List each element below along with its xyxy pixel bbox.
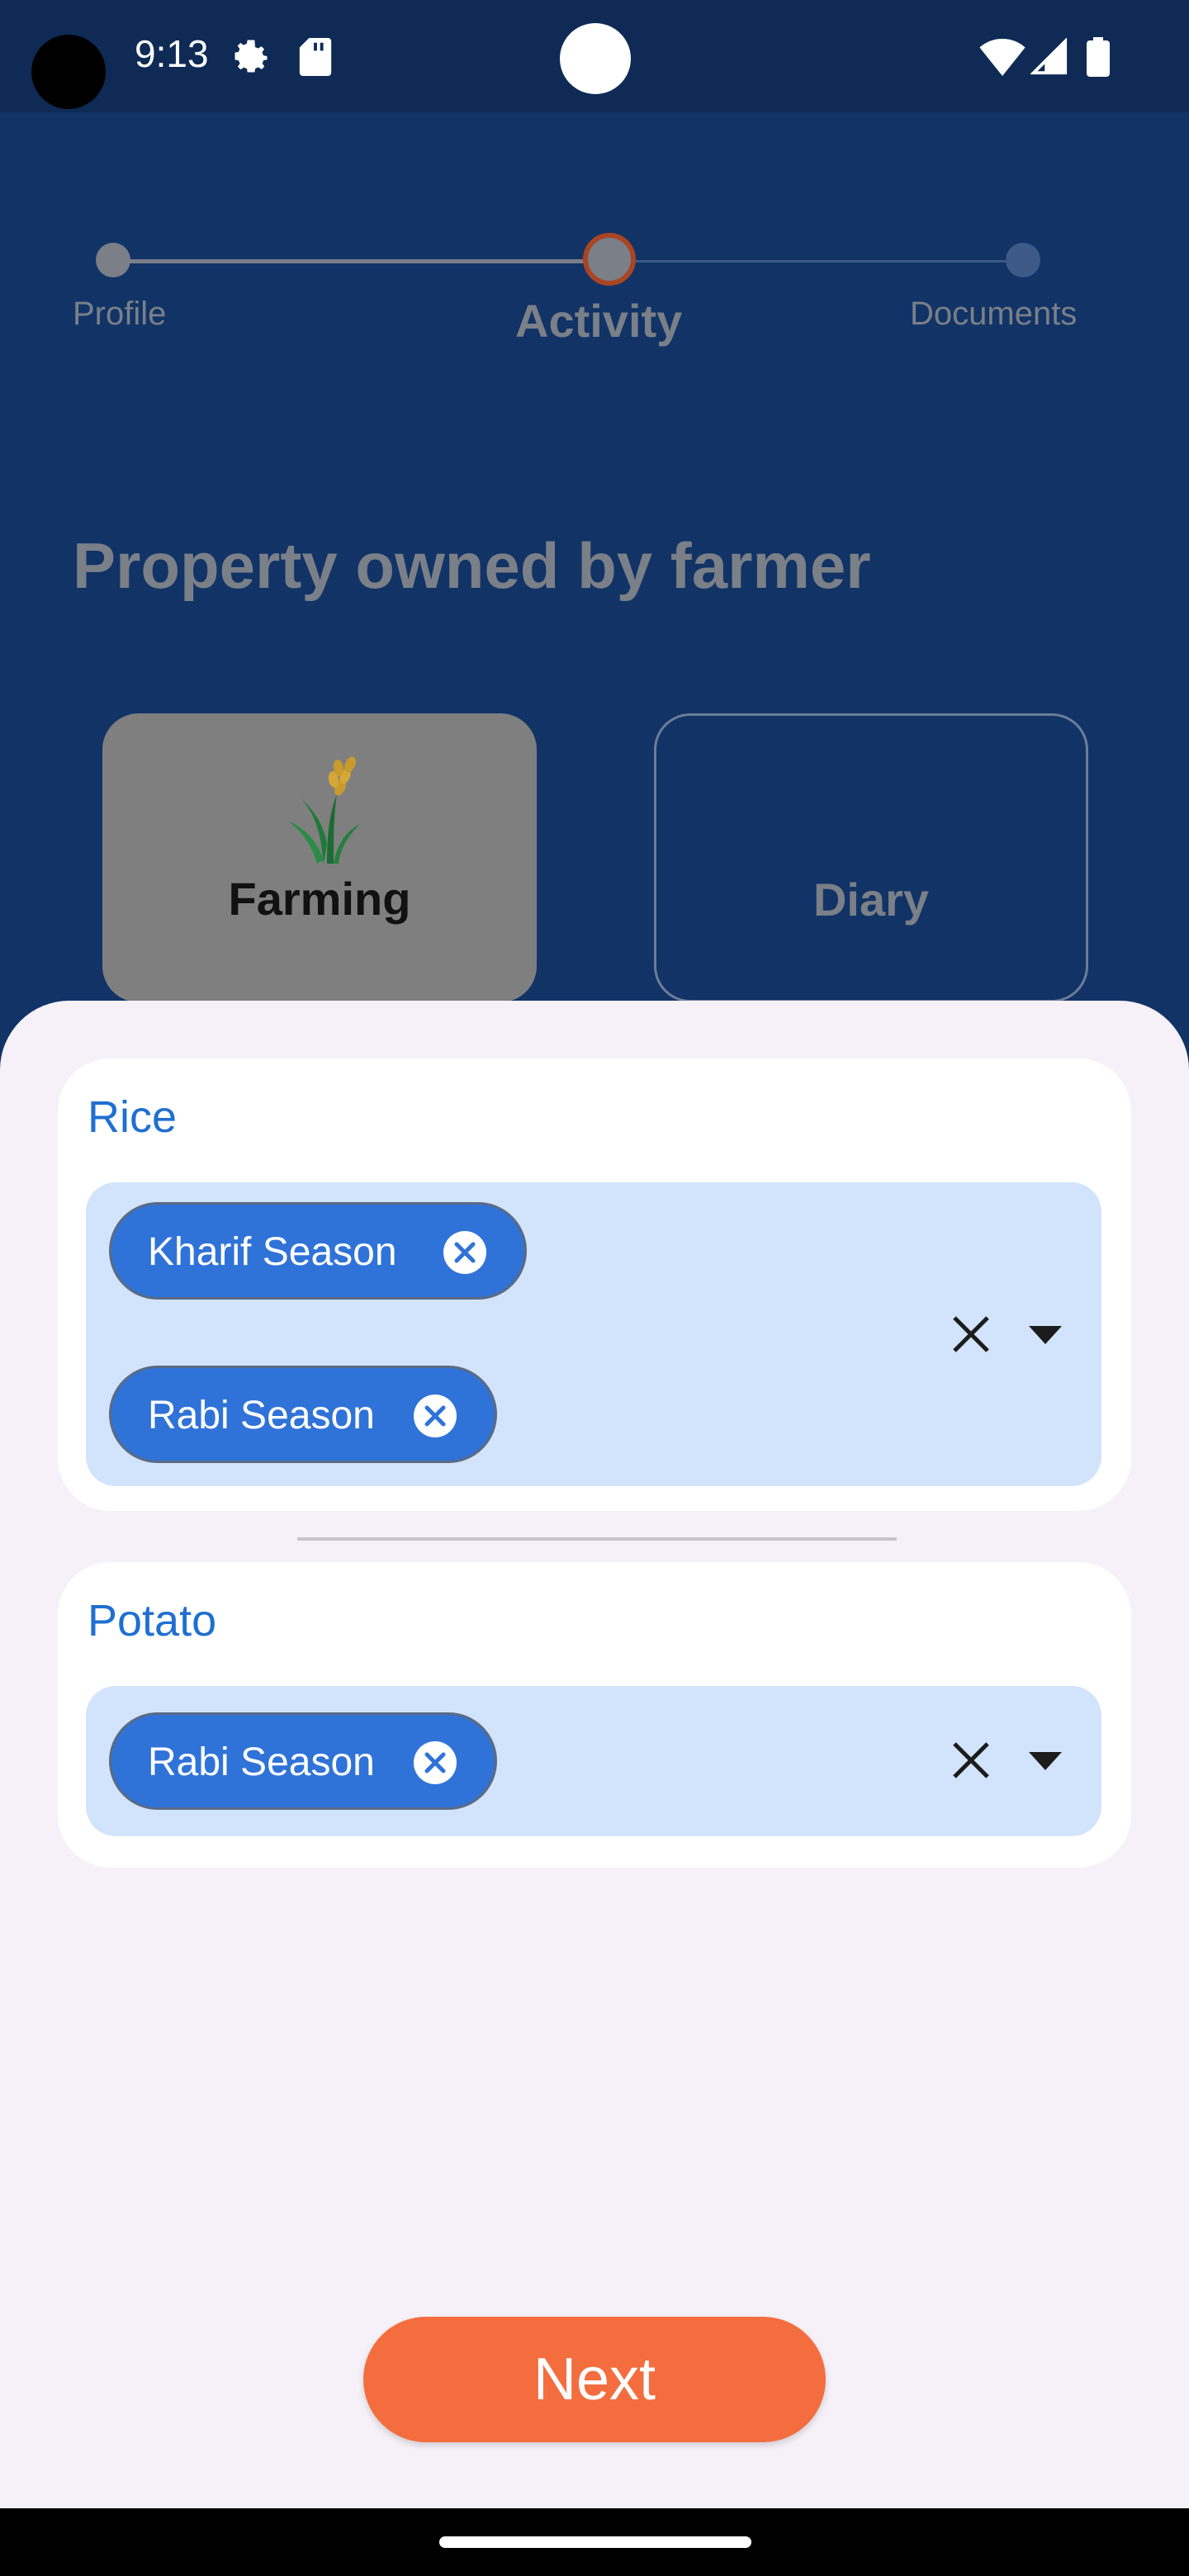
activity-tile-farming[interactable]: Farming xyxy=(102,713,537,1002)
tile-label-farming: Farming xyxy=(228,873,411,925)
step-dot-documents[interactable] xyxy=(1006,243,1040,277)
status-time: 9:13 xyxy=(135,32,209,75)
chip-remove-icon[interactable] xyxy=(443,1231,486,1274)
clear-selection-icon[interactable] xyxy=(950,1739,992,1782)
signal-icon xyxy=(1030,38,1068,75)
step-label-documents: Documents xyxy=(910,296,1078,332)
page-title: Property owned by farmer xyxy=(73,529,871,602)
chevron-down-icon[interactable] xyxy=(1029,1326,1062,1344)
chip-remove-icon[interactable] xyxy=(414,1741,457,1784)
season-chip-kharif[interactable]: Kharif Season xyxy=(109,1202,527,1300)
season-chip-rabi[interactable]: Rabi Season xyxy=(109,1712,497,1810)
step-label-activity: Activity xyxy=(515,295,683,347)
clear-selection-icon[interactable] xyxy=(950,1313,992,1356)
step-dot-activity[interactable] xyxy=(583,233,636,286)
camera-cutout xyxy=(31,35,106,109)
status-bar: 9:13 xyxy=(0,0,1189,112)
gear-icon xyxy=(234,40,268,73)
sheet-divider xyxy=(297,1537,897,1541)
chip-label: Kharif Season xyxy=(148,1230,397,1274)
navigation-bar xyxy=(0,2508,1189,2576)
battery-icon xyxy=(1087,37,1110,77)
chevron-down-icon[interactable] xyxy=(1029,1752,1062,1770)
crop-title-rice: Rice xyxy=(88,1092,178,1142)
front-camera xyxy=(560,23,631,94)
chip-remove-icon[interactable] xyxy=(414,1395,457,1437)
activity-tile-diary[interactable]: Diary xyxy=(654,713,1088,1002)
crop-title-potato: Potato xyxy=(88,1596,217,1646)
crop-card-rice: Rice Kharif Season Rabi Season xyxy=(58,1058,1131,1511)
stepper-remaining-line xyxy=(609,260,1022,263)
tile-label-diary: Diary xyxy=(812,874,930,926)
sd-card-icon xyxy=(299,38,332,76)
home-handle[interactable] xyxy=(439,2536,751,2548)
wheat-icon xyxy=(287,756,360,864)
season-multiselect-rice[interactable]: Kharif Season Rabi Season xyxy=(86,1182,1101,1486)
step-dot-profile[interactable] xyxy=(96,243,130,277)
crop-card-potato: Potato Rabi Season xyxy=(58,1562,1131,1868)
season-chip-rabi[interactable]: Rabi Season xyxy=(109,1366,497,1463)
chip-label: Rabi Season xyxy=(148,1740,375,1784)
wifi-icon xyxy=(979,38,1026,76)
stepper-progress-line xyxy=(112,259,609,263)
step-label-profile: Profile xyxy=(73,296,167,332)
season-multiselect-potato[interactable]: Rabi Season xyxy=(86,1686,1101,1836)
crop-season-sheet: Rice Kharif Season Rabi Season Potato Ra… xyxy=(0,1001,1189,2508)
chip-label: Rabi Season xyxy=(148,1394,375,1437)
next-button[interactable]: Next xyxy=(363,2317,826,2442)
